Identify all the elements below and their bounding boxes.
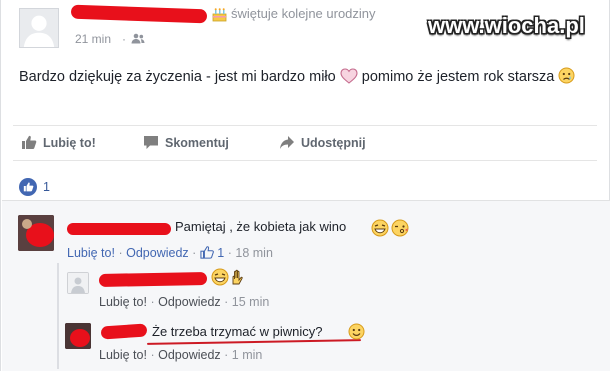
- post-body: Bardzo dziękuję za życzenia - jest mi ba…: [19, 66, 599, 88]
- heart-emoji-icon: [340, 68, 358, 84]
- reply-thread-line: [57, 263, 59, 369]
- thumbs-up-icon: [22, 135, 37, 149]
- redacted-replier-name[interactable]: [98, 272, 208, 287]
- redacted-commenter-name[interactable]: [67, 223, 171, 235]
- like-label: Lubię to!: [43, 135, 96, 150]
- author-avatar[interactable]: [19, 8, 59, 48]
- comment-button[interactable]: Skomentuj: [143, 135, 229, 150]
- grin-wink-emoji-icons: [371, 219, 409, 237]
- reply-like-link[interactable]: Lubię to!: [99, 295, 147, 309]
- share-label: Udostępnij: [301, 135, 366, 150]
- reply-meta: Lubię to! · Odpowiedz · 15 min: [99, 295, 270, 309]
- like-button[interactable]: Lubię to!: [21, 135, 96, 150]
- comment-like-link[interactable]: Lubię to!: [67, 246, 115, 260]
- reactions-summary[interactable]: 1: [19, 178, 50, 196]
- comment-label: Skomentuj: [165, 135, 229, 150]
- reply-meta: Lubię to! · Odpowiedz · 1 min: [99, 348, 263, 362]
- comment-avatar[interactable]: [18, 215, 54, 251]
- reply-time[interactable]: 15 min: [232, 295, 270, 309]
- like-reaction-icon: [19, 178, 37, 196]
- reply-text: Że trzeba trzymać w piwnicy?: [152, 324, 323, 339]
- comment-meta: Lubię to! · Odpowiedz · 1 · 18 min: [67, 246, 273, 260]
- friends-audience-icon[interactable]: [131, 33, 145, 44]
- facebook-post: świętuje kolejne urodziny www.wiocha.pl …: [0, 0, 610, 371]
- speech-bubble-icon: [144, 136, 158, 149]
- dot-separator: ·: [122, 32, 126, 46]
- birthday-status: świętuje kolejne urodziny: [231, 6, 376, 21]
- comment-reply-link[interactable]: Odpowiedz: [126, 246, 189, 260]
- divider-bottom: [13, 160, 597, 161]
- share-arrow-icon: [280, 136, 294, 149]
- thumbs-up-icon: [200, 246, 214, 259]
- sad-face-emoji-icon: [558, 67, 575, 84]
- reply-reply-link[interactable]: Odpowiedz: [158, 295, 221, 309]
- redacted-author-name[interactable]: [70, 4, 208, 24]
- default-avatar-icon: [68, 273, 88, 293]
- redacted-avatar-icon: [18, 215, 54, 251]
- watermark: www.wiocha.pl: [428, 13, 585, 38]
- reply-avatar[interactable]: [67, 272, 89, 294]
- post-text-part1: Bardzo dziękuję za życzenia - jest mi ba…: [19, 69, 336, 85]
- grin-hand-emoji-icons: [211, 268, 243, 286]
- comment-text: Pamiętaj , że kobieta jak wino: [175, 219, 347, 234]
- reply-avatar[interactable]: [65, 323, 91, 349]
- post-text-part2: pomimo że jestem rok starsza: [361, 69, 555, 85]
- post-timestamp[interactable]: 21 min: [75, 32, 111, 46]
- default-avatar-icon: [20, 9, 58, 47]
- smile-emoji-icon: [348, 323, 365, 340]
- comment-like-count[interactable]: 1: [217, 246, 224, 260]
- reaction-count: 1: [43, 180, 50, 194]
- comment-time[interactable]: 18 min: [235, 246, 273, 260]
- share-button[interactable]: Udostępnij: [279, 135, 366, 150]
- birthday-cake-icon: [212, 8, 227, 22]
- redacted-avatar-icon: [65, 323, 91, 349]
- reply-like-link[interactable]: Lubię to!: [99, 348, 147, 362]
- reply-time[interactable]: 1 min: [232, 348, 263, 362]
- divider-top: [13, 125, 597, 126]
- reply-reply-link[interactable]: Odpowiedz: [158, 348, 221, 362]
